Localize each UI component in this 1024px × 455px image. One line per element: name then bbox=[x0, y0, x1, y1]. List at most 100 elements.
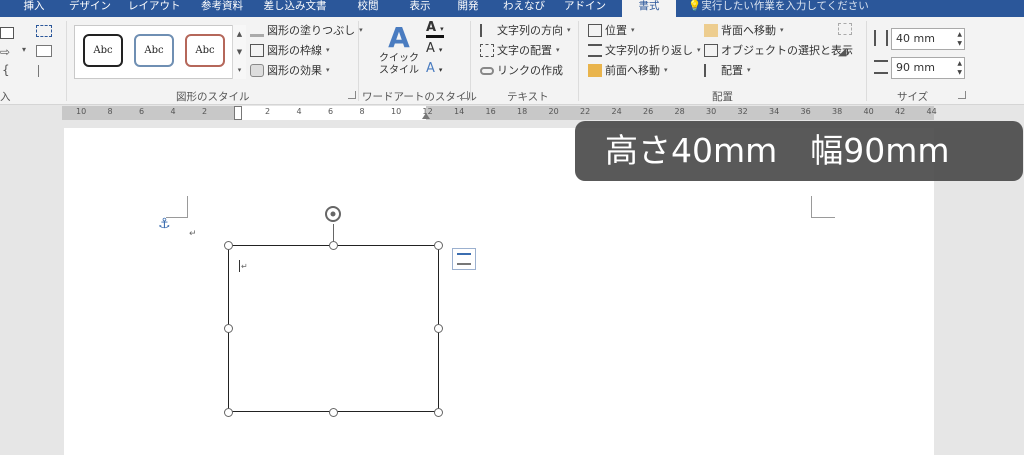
size-group-label: サイズ bbox=[897, 91, 929, 103]
bring-forward-button[interactable]: 前面へ移動 ▾ bbox=[588, 61, 668, 80]
dialog-launcher-icon[interactable] bbox=[348, 91, 356, 99]
tab-addins[interactable]: アドイン bbox=[562, 0, 608, 17]
create-link-button[interactable]: リンクの作成 bbox=[480, 61, 563, 80]
spinner-icon[interactable]: ▲ ▼ bbox=[957, 30, 962, 48]
shape-fill-button[interactable]: 図形の塗りつぶし ▾ bbox=[250, 21, 363, 40]
chevron-down-icon: ▾ bbox=[359, 26, 363, 34]
selection-pane-button[interactable]: オブジェクトの選択と表示 bbox=[704, 41, 853, 60]
ruler-number: 38 bbox=[832, 107, 843, 116]
horizontal-ruler[interactable]: 10 8 6 4 2 2 4 6 8 10 12 14 16 18 20 22 24 26 28 30 32 34 36 38… bbox=[62, 106, 937, 120]
wrap-text-icon bbox=[588, 44, 602, 57]
shape-outline-button[interactable]: 図形の枠線 ▾ bbox=[250, 41, 330, 60]
ribbon: ⇨ { ▾ 入 Abc Abc Abc ▲ ▼ ▾ 図形の塗りつぶし ▾ 図形の枠… bbox=[0, 17, 1024, 105]
selected-rectangle-shape[interactable]: ↵ bbox=[228, 245, 439, 412]
shape-effects-button[interactable]: 図形の効果 ▾ bbox=[250, 61, 330, 80]
ruler-number: 36 bbox=[800, 107, 811, 116]
group-divider bbox=[470, 21, 471, 101]
paint-bucket-icon bbox=[250, 24, 264, 37]
tell-me-search[interactable]: 💡 実行したい作業を入力してください bbox=[688, 0, 869, 17]
ruler-number: 10 bbox=[76, 107, 87, 116]
tab-view[interactable]: 表示 bbox=[404, 0, 436, 17]
ruler-number: 22 bbox=[580, 107, 591, 116]
resize-handle-left[interactable] bbox=[224, 324, 233, 333]
chevron-down-icon: ▾ bbox=[664, 66, 668, 74]
ruler-number: 20 bbox=[548, 107, 559, 116]
tab-references[interactable]: 参考資料 bbox=[196, 0, 248, 17]
group-objects-icon[interactable] bbox=[838, 23, 852, 35]
ruler-number: 16 bbox=[485, 107, 496, 116]
brace-shape-icon[interactable]: { bbox=[2, 63, 10, 77]
indent-marker-icon[interactable] bbox=[234, 106, 242, 120]
scroll-up-icon[interactable]: ▲ bbox=[233, 25, 246, 43]
resize-handle-top-right[interactable] bbox=[434, 241, 443, 250]
paragraph-mark-icon: ↵ bbox=[241, 262, 248, 271]
spinner-icon[interactable]: ▲ ▼ bbox=[957, 59, 962, 77]
arrow-shape-icon[interactable]: ⇨ bbox=[0, 45, 10, 59]
shape-style-preset-1[interactable]: Abc bbox=[83, 34, 123, 67]
tab-layout[interactable]: レイアウト bbox=[128, 0, 180, 17]
ruler-number: 10 bbox=[391, 107, 402, 116]
gallery-scroll-icon[interactable]: ▾ bbox=[22, 45, 26, 54]
resize-handle-bottom-right[interactable] bbox=[434, 408, 443, 417]
chevron-down-icon: ▾ bbox=[697, 46, 701, 54]
gallery-scrollbar[interactable]: ▲ ▼ ▾ bbox=[232, 25, 246, 79]
resize-handle-top-left[interactable] bbox=[224, 241, 233, 250]
link-icon bbox=[480, 66, 494, 75]
align-text-button[interactable]: 文字の配置 ▾ bbox=[480, 41, 560, 60]
text-box-icon[interactable] bbox=[36, 45, 52, 57]
tab-insert[interactable]: 挿入 bbox=[18, 0, 50, 17]
resize-handle-bottom-left[interactable] bbox=[224, 408, 233, 417]
quick-styles-button[interactable]: A クイック スタイル bbox=[376, 23, 422, 85]
layout-options-button[interactable] bbox=[452, 248, 476, 270]
ruler-number: 40 bbox=[863, 107, 874, 116]
dialog-launcher-icon[interactable] bbox=[460, 91, 468, 99]
ribbon-tab-bar: 挿入 デザイン レイアウト 参考資料 差し込み文書 校閲 表示 開発 わえなび … bbox=[0, 0, 1024, 17]
tab-design[interactable]: デザイン bbox=[68, 0, 112, 17]
tab-review[interactable]: 校閲 bbox=[352, 0, 384, 17]
rotate-objects-icon[interactable]: ◢▾ bbox=[838, 45, 850, 58]
dialog-launcher-icon[interactable] bbox=[958, 91, 966, 99]
rectangle-shape-icon[interactable] bbox=[0, 27, 14, 39]
draw-text-box-icon[interactable] bbox=[38, 65, 50, 77]
text-effects-button[interactable]: A ▾ bbox=[426, 62, 442, 76]
shape-width-input[interactable]: 90 mm ▲ ▼ bbox=[891, 57, 965, 79]
scroll-down-icon[interactable]: ▼ bbox=[233, 43, 246, 61]
right-indent-marker-icon[interactable] bbox=[422, 113, 430, 119]
height-icon bbox=[874, 30, 888, 46]
shape-style-preset-2[interactable]: Abc bbox=[134, 34, 174, 67]
rotation-handle-icon[interactable] bbox=[323, 204, 343, 224]
ruler-number: 8 bbox=[359, 107, 365, 116]
shape-height-input[interactable]: 40 mm ▲ ▼ bbox=[891, 28, 965, 50]
text-direction-button[interactable]: 文字列の方向 ▾ bbox=[480, 21, 571, 40]
tab-waenavi[interactable]: わえなび bbox=[500, 0, 548, 17]
edit-shape-icon[interactable] bbox=[36, 25, 52, 37]
pencil-outline-icon bbox=[250, 44, 264, 57]
wrap-text-button[interactable]: 文字列の折り返し ▾ bbox=[588, 41, 701, 60]
send-backward-button[interactable]: 背面へ移動 ▾ bbox=[704, 21, 784, 40]
shape-styles-label: 図形のスタイル bbox=[176, 91, 250, 103]
tab-format[interactable]: 書式 bbox=[622, 0, 676, 17]
ruler-number: 4 bbox=[296, 107, 302, 116]
resize-handle-top[interactable] bbox=[329, 241, 338, 250]
chevron-down-icon: ▾ bbox=[780, 26, 784, 34]
tab-developer[interactable]: 開発 bbox=[452, 0, 484, 17]
resize-handle-bottom[interactable] bbox=[329, 408, 338, 417]
chevron-down-icon: ▾ bbox=[556, 46, 560, 54]
tab-mailings[interactable]: 差し込み文書 bbox=[262, 0, 328, 17]
group-divider bbox=[66, 21, 67, 101]
anchor-icon[interactable]: ⚓ bbox=[158, 217, 171, 231]
ruler-number: 8 bbox=[107, 107, 113, 116]
chevron-down-icon: ▾ bbox=[747, 66, 751, 74]
text-fill-button[interactable]: A ▾ bbox=[426, 21, 444, 38]
ruler-number: 6 bbox=[328, 107, 334, 116]
ruler-number: 42 bbox=[895, 107, 906, 116]
resize-handle-right[interactable] bbox=[434, 324, 443, 333]
ruler-number: 24 bbox=[611, 107, 622, 116]
text-outline-button[interactable]: A ▾ bbox=[426, 42, 442, 56]
shape-style-preset-3[interactable]: Abc bbox=[185, 34, 225, 67]
position-button[interactable]: 位置 ▾ bbox=[588, 21, 635, 40]
gallery-more-icon[interactable]: ▾ bbox=[233, 61, 246, 79]
ruler-number: 44 bbox=[926, 107, 937, 116]
align-text-icon bbox=[480, 44, 494, 57]
align-objects-button[interactable]: 配置 ▾ bbox=[704, 61, 751, 80]
